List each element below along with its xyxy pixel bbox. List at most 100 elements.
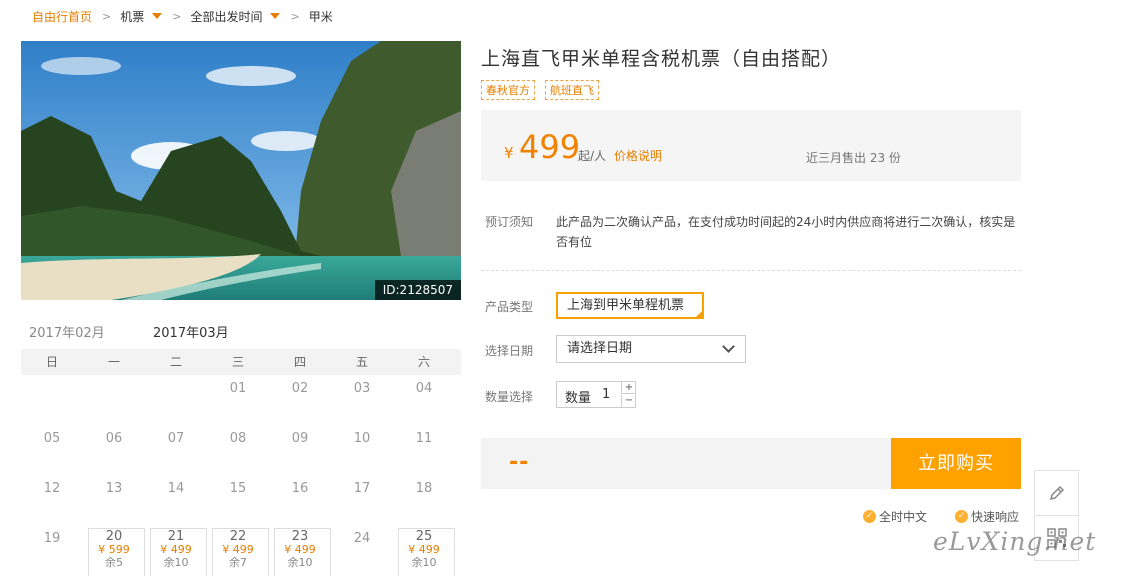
quantity-value[interactable]: 1 (602, 387, 610, 402)
selected-corner-icon (695, 310, 703, 318)
check-icon: ✓ (863, 510, 876, 523)
available-day-box (150, 528, 207, 576)
calendar-day-number: 13 (105, 481, 123, 496)
month-tabs: 2017年02月 2017年03月 (21, 318, 461, 353)
service-promises: ✓ 全时中文 ✓ 快速响应 (863, 508, 1019, 525)
calendar-day[interactable]: 20 ¥ 599 余5 (83, 525, 145, 576)
breadcrumb-separator: > (290, 9, 300, 23)
purchase-bar: -- 立即购买 (481, 438, 1021, 489)
price-explain-link[interactable]: 价格说明 (614, 147, 662, 164)
product-title: 上海直飞甲米单程含税机票（自由搭配） (481, 48, 842, 70)
calendar-day[interactable]: 07 (145, 425, 207, 475)
calendar-day[interactable]: 16 (269, 475, 331, 525)
calendar-day-number: 09 (291, 431, 309, 446)
calendar-day-number: 01 (229, 381, 247, 396)
calendar-day-number: 08 (229, 431, 247, 446)
promise-item: ✓ 全时中文 (863, 508, 927, 525)
calendar-day[interactable]: 09 (269, 425, 331, 475)
breadcrumb-separator: > (172, 9, 182, 23)
date-select[interactable]: 请选择日期 (556, 335, 746, 363)
breadcrumb-home-link[interactable]: 自由行首页 (32, 8, 92, 25)
calendar-day[interactable]: 11 (393, 425, 455, 475)
available-day-box (88, 528, 145, 576)
calendar-day-number: 18 (415, 481, 433, 496)
calendar-day[interactable]: 25 ¥ 499 余10 (393, 525, 455, 576)
pencil-icon (1049, 485, 1065, 501)
date-select-placeholder: 请选择日期 (567, 341, 633, 356)
breadcrumb-separator: > (102, 9, 112, 23)
divider (481, 270, 1021, 271)
breadcrumb-flights-link[interactable]: 机票 (120, 8, 144, 25)
quantity-increment-button[interactable]: + (621, 382, 636, 394)
breadcrumb: 自由行首页 > 机票 > 全部出发时间 > 甲米 (32, 8, 333, 24)
calendar-day-number: 10 (353, 431, 371, 446)
calendar-day-number: 02 (291, 381, 309, 396)
calendar-day[interactable]: 14 (145, 475, 207, 525)
product-type-option[interactable]: 上海到甲米单程机票 (556, 292, 704, 319)
calendar-day[interactable]: 19 (21, 525, 83, 575)
booking-notice-text: 此产品为二次确认产品，在支付成功时间起的24小时内供应商将进行二次确认，核实是否… (556, 215, 1016, 249)
calendar-day[interactable]: 17 (331, 475, 393, 525)
calendar-day[interactable]: 21 ¥ 499 余10 (145, 525, 207, 576)
calendar-day[interactable]: 12 (21, 475, 83, 525)
chevron-down-icon[interactable] (270, 13, 281, 19)
calendar-week-row: 12 13 14 15 16 17 18 (21, 475, 461, 525)
departure-calendar: 日 一 二 三 四 五 六 01 02 03 04 05 06 07 08 09 10 11 12 13… (21, 349, 461, 576)
beach-cliff-photo (21, 41, 461, 300)
calendar-day (83, 375, 145, 425)
product-type-value: 上海到甲米单程机票 (567, 298, 685, 313)
product-tags: 春秋官方 航班直飞 (481, 80, 609, 100)
product-hero-image[interactable]: ID:2128507 (21, 41, 461, 300)
breadcrumb-destination: 甲米 (308, 9, 333, 24)
total-price: -- (509, 450, 530, 475)
feedback-edit-button[interactable] (1034, 470, 1079, 516)
chevron-down-icon (722, 340, 735, 353)
weekday-label: 六 (417, 355, 430, 369)
calendar-day[interactable]: 10 (331, 425, 393, 475)
tag-direct-flight: 航班直飞 (545, 80, 599, 100)
date-select-label: 选择日期 (485, 344, 534, 358)
breadcrumb-departure-time-link[interactable]: 全部出发时间 (190, 8, 262, 25)
calendar-day[interactable]: 22 ¥ 499 余7 (207, 525, 269, 576)
weekday-label: 三 (231, 355, 244, 369)
calendar-day[interactable]: 15 (207, 475, 269, 525)
calendar-day (145, 375, 207, 425)
calendar-day[interactable]: 01 (207, 375, 269, 425)
tab-month-feb[interactable]: 2017年02月 (29, 322, 105, 350)
calendar-day-number: 19 (43, 531, 61, 546)
chevron-down-icon[interactable] (152, 13, 163, 19)
calendar-week-row: 05 06 07 08 09 10 11 (21, 425, 461, 475)
tag-official: 春秋官方 (481, 80, 535, 100)
calendar-day-number: 05 (43, 431, 61, 446)
available-day-box (398, 528, 455, 576)
calendar-day[interactable]: 23 ¥ 499 余10 (269, 525, 331, 576)
calendar-day[interactable]: 24 (331, 525, 393, 575)
calendar-day[interactable]: 04 (393, 375, 455, 425)
calendar-day[interactable]: 08 (207, 425, 269, 475)
calendar-day[interactable]: 03 (331, 375, 393, 425)
price-amount: 499 (519, 128, 581, 166)
calendar-day[interactable]: 13 (83, 475, 145, 525)
quantity-stepper[interactable]: 数量 1 + − (556, 381, 636, 408)
calendar-weekday-header: 日 一 二 三 四 五 六 (21, 349, 461, 375)
quantity-decrement-button[interactable]: − (621, 395, 636, 407)
price-unit: 起/人 (578, 149, 607, 163)
weekday-label: 一 (107, 355, 120, 369)
calendar-day-number: 11 (415, 431, 433, 446)
quantity-field-label: 数量 (565, 391, 592, 406)
calendar-day-number (145, 375, 207, 381)
calendar-day-number (21, 375, 83, 381)
calendar-day-number: 16 (291, 481, 309, 496)
calendar-day[interactable]: 06 (83, 425, 145, 475)
calendar-day-number: 24 (353, 531, 371, 546)
calendar-day[interactable]: 05 (21, 425, 83, 475)
calendar-day[interactable]: 02 (269, 375, 331, 425)
calendar-day-number: 17 (353, 481, 371, 496)
available-day-box (212, 528, 269, 576)
price-panel: ¥ 499 起/人 价格说明 近三月售出 23 份 (481, 110, 1021, 181)
calendar-day-number: 06 (105, 431, 123, 446)
calendar-day-number: 15 (229, 481, 247, 496)
calendar-day[interactable]: 18 (393, 475, 455, 525)
buy-now-button[interactable]: 立即购买 (891, 438, 1021, 489)
check-icon: ✓ (955, 510, 969, 523)
